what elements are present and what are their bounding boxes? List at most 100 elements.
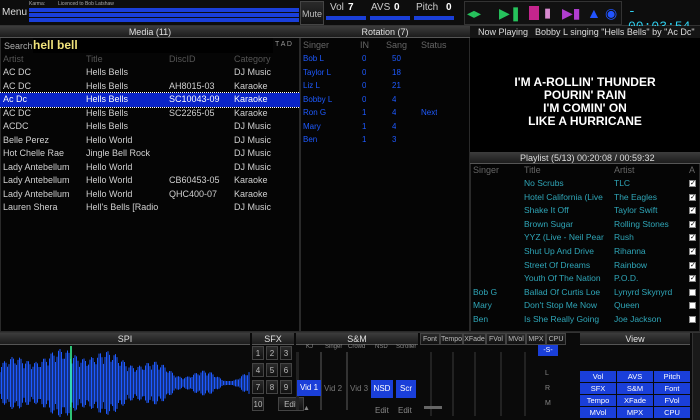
pitch-slider[interactable] [414,16,454,20]
view-font-button[interactable]: Font [654,383,690,394]
col-status[interactable]: Status [421,40,447,50]
vid3-button[interactable]: Vid 3 [350,384,368,393]
col-pl-singer[interactable]: Singer [473,165,499,175]
view-snm-button[interactable]: S&M [617,383,653,394]
playlist-row[interactable]: Hotel California (Live The Eagles [470,191,700,205]
auto-checkbox[interactable] [689,302,696,310]
media-row[interactable]: Lady Antebellum Hello World DJ Music [0,161,300,175]
media-row[interactable]: AC DC Hells Bells DJ Music [0,66,300,80]
rotation-row[interactable]: Mary 1 4 [300,120,470,134]
media-row[interactable]: Hot Chelle Rae Jingle Bell Rock DJ Music [0,147,300,161]
media-row[interactable]: Lady Antebellum Hello World QHC400-07 Karao… [0,188,300,202]
scr-edit-button[interactable]: Edit [398,406,412,415]
stop-icon[interactable] [529,6,539,20]
tempo-fader[interactable] [452,352,454,416]
auto-checkbox[interactable] [689,234,696,242]
rewind-icon[interactable]: ◂▸ [467,4,491,22]
col-artist[interactable]: Artist [3,54,24,64]
view-mpx-button[interactable]: MPX [617,407,653,418]
next-icon[interactable]: ▶▮ [562,4,582,22]
col-sang[interactable]: Sang [386,40,407,50]
rotation-row[interactable]: Bob L 0 50 [300,52,470,66]
media-row[interactable]: AC DC Hells Bells AH8015-03 Karaoke [0,80,300,94]
auto-checkbox[interactable] [689,220,696,228]
playlist-row[interactable]: No Scrubs TLC [470,177,700,191]
media-row[interactable]: Belle Perez Hello World DJ Music [0,134,300,148]
auto-checkbox[interactable] [689,193,696,201]
tab-font[interactable]: Font [420,333,440,345]
xfade-fader[interactable] [474,352,476,416]
rotation-row[interactable]: Ben 1 3 [300,133,470,147]
media-row[interactable]: ACDC Hells Bells DJ Music [0,120,300,134]
menu-button[interactable]: Menu [2,2,27,24]
nsd-edit-button[interactable]: Edit [375,406,389,415]
search-input[interactable]: hell bell [33,38,273,53]
media-row[interactable]: Lauren Shera Hell's Bells [Radio DJ Music [0,201,300,215]
vol-slider[interactable] [326,16,366,20]
col-in[interactable]: IN [360,40,369,50]
sfx-button[interactable]: 7 [252,380,264,394]
waveform-display[interactable] [0,346,250,420]
playlist-row[interactable]: Shake It Off Taylor Swift [470,204,700,218]
tab-xfade[interactable]: XFade [463,333,486,345]
rotation-row[interactable]: Bobby L 0 4 [300,93,470,107]
fader-knob[interactable] [424,406,442,409]
play-pause-icon[interactable]: ▶❚ [499,4,522,22]
tab-tempo[interactable]: Tempo [440,333,463,345]
tab-cpu[interactable]: CPU [546,333,566,345]
rotation-row[interactable]: Liz L 0 21 [300,79,470,93]
col-pl-auto[interactable]: A [689,165,695,175]
vid2-button[interactable]: Vid 2 [324,384,342,393]
eject-icon[interactable]: ▲ [587,4,601,22]
auto-checkbox[interactable] [689,275,696,283]
media-row[interactable]: Lady Antebellum Hello World CB60453-05 Kara… [0,174,300,188]
view-scrollbar[interactable] [692,333,700,420]
sfx-button[interactable]: 1 [252,346,264,360]
tab-mpx[interactable]: MPX [526,333,546,345]
fvol-fader[interactable] [500,352,502,416]
sfx-button[interactable]: 3 [280,346,292,360]
view-tempo-button[interactable]: Tempo [580,395,616,406]
auto-checkbox[interactable] [689,288,696,296]
pause-break-icon[interactable]: ◉ [605,4,619,22]
col-singer[interactable]: Singer [303,40,329,50]
auto-checkbox[interactable] [689,315,696,323]
up-arrow-icon[interactable]: ▲ [303,405,310,412]
auto-checkbox[interactable] [689,261,696,269]
view-sfx-button[interactable]: SFX [580,383,616,394]
playlist-row[interactable]: Street Of Dreams Rainbow [470,259,700,273]
auto-checkbox[interactable] [689,180,696,187]
sfx-button[interactable]: 5 [266,363,278,377]
view-mvol-button[interactable]: MVol [580,407,616,418]
mpx-value-button[interactable]: -S- [538,345,558,356]
view-cpu-button[interactable]: CPU [654,407,690,418]
playlist-row[interactable]: Brown Sugar Rolling Stones [470,218,700,232]
col-title[interactable]: Title [86,54,103,64]
col-category[interactable]: Category [234,54,271,64]
avs-slider[interactable] [370,16,410,20]
playlist-row[interactable]: Ben Is She Really Going Joe Jackson [470,313,700,327]
sfx-button[interactable]: 6 [280,363,292,377]
sfx-button[interactable]: 4 [252,363,264,377]
sfx-button[interactable]: 10 [252,397,264,411]
playlist-row[interactable]: Youth Of The Nation P.O.D. [470,272,700,286]
mvol-fader[interactable] [524,352,526,416]
scr-button[interactable]: Scr [396,380,416,398]
col-pl-artist[interactable]: Artist [614,165,635,175]
col-discid[interactable]: DiscID [169,54,196,64]
tab-fvol[interactable]: FVol [486,333,506,345]
rotation-row[interactable]: Ron G 1 4 Next [300,106,470,120]
view-avs-button[interactable]: AVS [617,371,653,382]
col-pl-title[interactable]: Title [524,165,541,175]
mute-button[interactable]: Mute [300,1,324,25]
sm-slider-crowd[interactable] [346,352,348,410]
auto-checkbox[interactable] [689,247,696,255]
sfx-edit-button[interactable]: Edit [278,397,304,411]
view-fvol-button[interactable]: FVol [654,395,690,406]
sfx-button[interactable]: 8 [266,380,278,394]
playlist-row[interactable]: Shut Up And Drive Rihanna [470,245,700,259]
sfx-button[interactable]: 9 [280,380,292,394]
tad-filter-buttons[interactable]: T A D [275,41,292,48]
media-row[interactable]: AC DC Hells Bells SC2265-05 Karaoke [0,107,300,121]
nsd-button[interactable]: NSD [371,380,393,398]
